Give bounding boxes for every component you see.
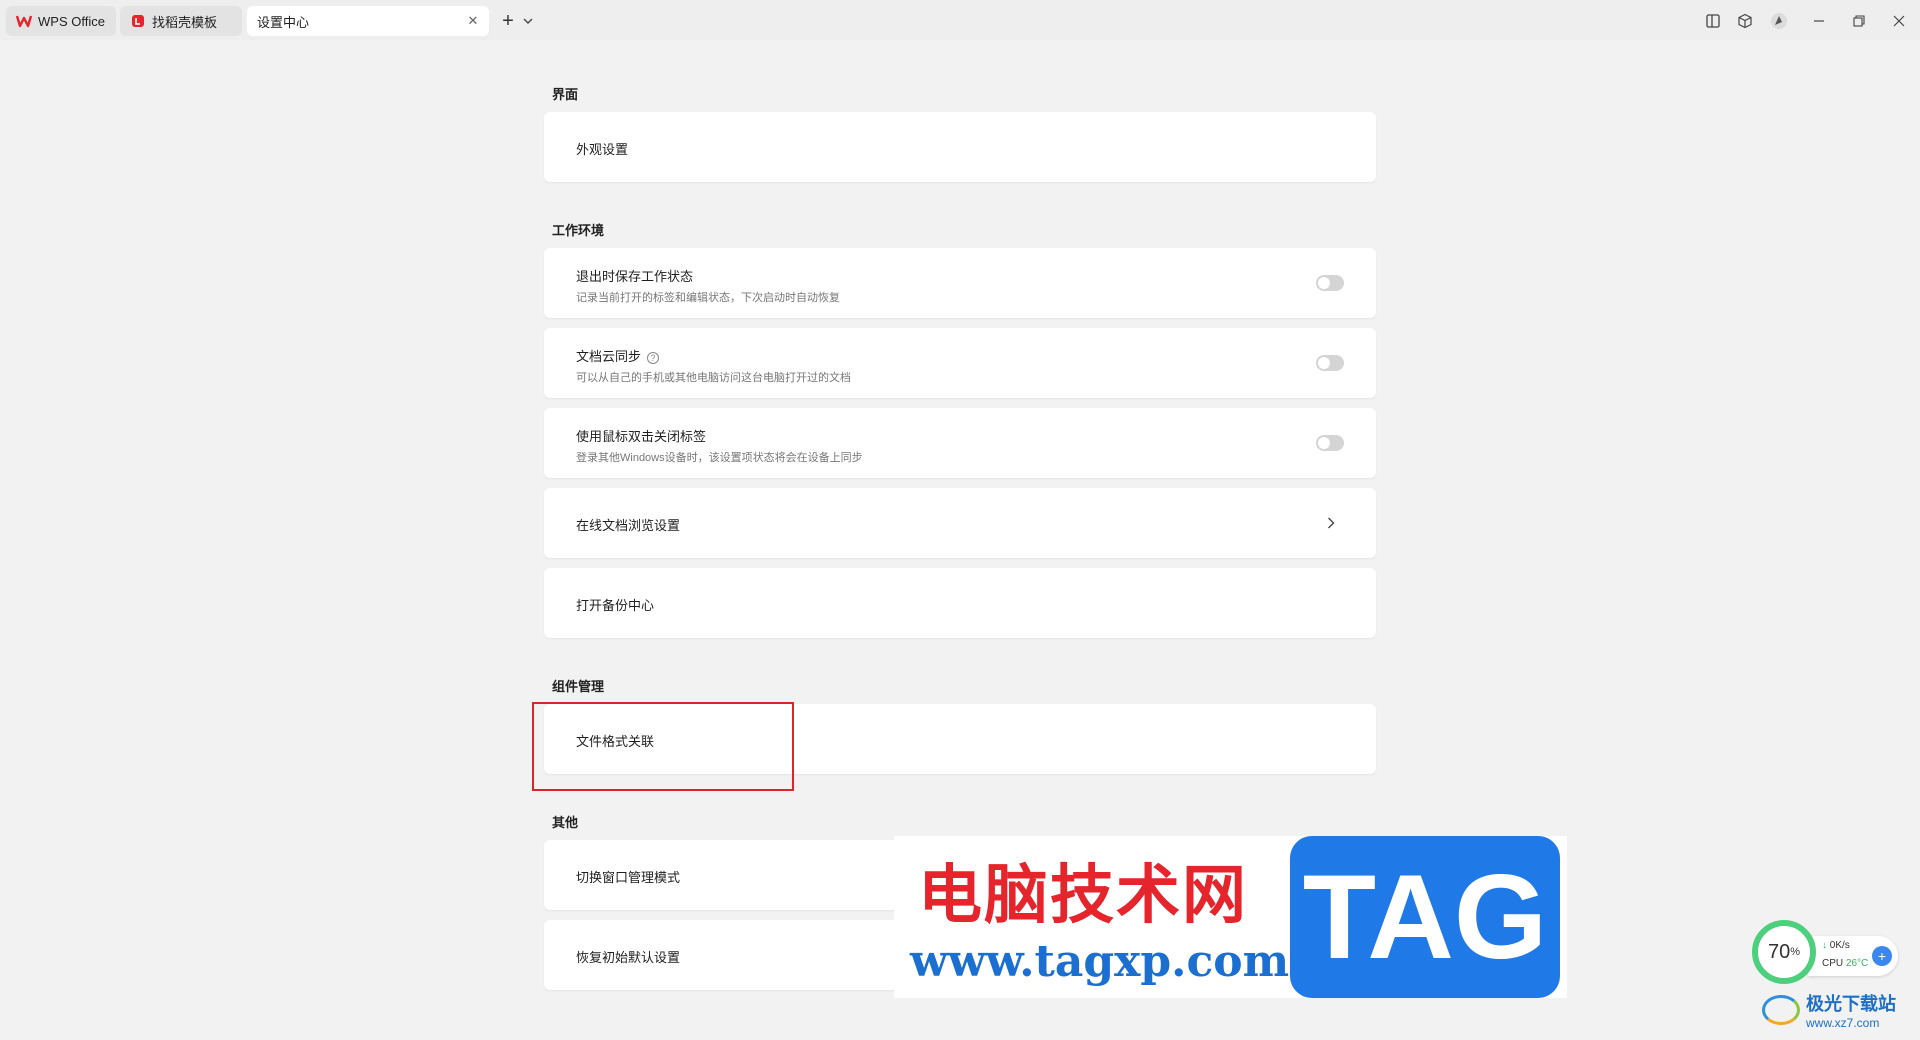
- memory-usage-ring[interactable]: 70%: [1752, 920, 1816, 984]
- performance-panel: ↓ 0K/s CPU 26°C +: [1808, 936, 1898, 976]
- memory-percent: 70: [1767, 940, 1791, 963]
- close-window-icon[interactable]: [1888, 10, 1910, 32]
- toggle-knob: [1318, 437, 1330, 449]
- restore-icon[interactable]: [1848, 10, 1870, 32]
- save-state-toggle[interactable]: [1316, 275, 1344, 291]
- tab-label: 设置中心: [257, 14, 310, 30]
- item-description: 可以从自己的手机或其他电脑访问这台电脑打开过的文档: [576, 372, 851, 384]
- section-title-components: 组件管理: [552, 679, 605, 694]
- performance-widget[interactable]: ↓ 0K/s CPU 26°C + 70%: [1752, 920, 1902, 984]
- highlight-box: [532, 702, 794, 791]
- watermark-tag-logo: TAG: [1290, 836, 1560, 998]
- cube-icon[interactable]: [1734, 10, 1756, 32]
- toggle-knob: [1318, 277, 1330, 289]
- wps-logo-icon: [16, 13, 32, 29]
- tab-label: 找稻壳模板: [152, 14, 218, 30]
- item-description: 记录当前打开的标签和编辑状态，下次启动时自动恢复: [576, 292, 840, 304]
- cloud-sync-toggle[interactable]: [1316, 355, 1344, 371]
- tab-settings-center[interactable]: 设置中心 ✕: [247, 6, 489, 36]
- avatar[interactable]: [1768, 10, 1790, 32]
- site-logo-domain: www.xz7.com: [1806, 1016, 1880, 1030]
- chevron-down-icon[interactable]: [521, 12, 535, 30]
- double-click-close-tab-item: 使用鼠标双击关闭标签 登录其他Windows设备时，该设置项状态将会在设备上同步: [544, 408, 1376, 478]
- download-arrow-icon: ↓: [1822, 940, 1827, 951]
- title-bar: WPS Office 找稻壳模板 设置中心 ✕ +: [0, 0, 1920, 40]
- cpu-label: CPU: [1822, 958, 1844, 969]
- cpu-readout: CPU 26°C: [1822, 958, 1868, 969]
- double-click-close-toggle[interactable]: [1316, 435, 1344, 451]
- item-label: 文档云同步: [576, 349, 642, 364]
- docer-icon: [130, 13, 146, 29]
- site-logo-name: 极光下载站: [1806, 994, 1896, 1015]
- item-label: 退出时保存工作状态: [576, 269, 694, 284]
- item-label: 使用鼠标双击关闭标签: [576, 429, 707, 444]
- item-label: 在线文档浏览设置: [576, 518, 681, 533]
- memory-percent-unit: %: [1790, 946, 1801, 958]
- online-doc-browse-settings-item[interactable]: 在线文档浏览设置: [544, 488, 1376, 558]
- tab-wps-office[interactable]: WPS Office: [6, 6, 116, 36]
- add-tab-icon[interactable]: +: [497, 10, 519, 32]
- item-label: 外观设置: [576, 142, 629, 157]
- appearance-settings-item[interactable]: 外观设置: [544, 112, 1376, 182]
- item-label: 打开备份中心: [576, 598, 655, 613]
- tab-template[interactable]: 找稻壳模板: [120, 6, 242, 36]
- item-description: 登录其他Windows设备时，该设置项状态将会在设备上同步: [576, 452, 863, 464]
- watermark-site-name: 电脑技术网: [918, 859, 1248, 933]
- minimize-icon[interactable]: [1808, 10, 1830, 32]
- watermark-url: www.tagxp.com: [910, 936, 1290, 987]
- item-label: 切换窗口管理模式: [576, 870, 681, 885]
- save-state-on-exit-item: 退出时保存工作状态 记录当前打开的标签和编辑状态，下次启动时自动恢复: [544, 248, 1376, 318]
- cpu-temp: 26°C: [1845, 958, 1869, 969]
- network-speed: ↓ 0K/s: [1822, 940, 1850, 951]
- toggle-knob: [1318, 357, 1330, 369]
- item-label-wrap: 文档云同步?: [576, 346, 660, 365]
- tab-label: WPS Office: [38, 13, 105, 29]
- item-label: 恢复初始默认设置: [576, 950, 681, 965]
- cloud-sync-item: 文档云同步? 可以从自己的手机或其他电脑访问这台电脑打开过的文档: [544, 328, 1376, 398]
- layout-icon[interactable]: [1702, 10, 1724, 32]
- section-title-workspace: 工作环境: [552, 223, 605, 238]
- chevron-right-icon: [1324, 513, 1338, 533]
- aurora-logo-icon: [1762, 995, 1800, 1025]
- site-logo: 极光下载站 www.xz7.com: [1762, 988, 1912, 1032]
- watermark: 电脑技术网 www.tagxp.com TAG: [894, 836, 1567, 998]
- plus-icon[interactable]: +: [1872, 946, 1892, 966]
- section-title-interface: 界面: [552, 87, 579, 102]
- network-speed-value: 0K/s: [1829, 940, 1850, 951]
- close-icon[interactable]: ✕: [465, 13, 481, 29]
- open-backup-center-item[interactable]: 打开备份中心: [544, 568, 1376, 638]
- help-icon[interactable]: ?: [647, 351, 660, 364]
- section-title-other: 其他: [552, 815, 579, 830]
